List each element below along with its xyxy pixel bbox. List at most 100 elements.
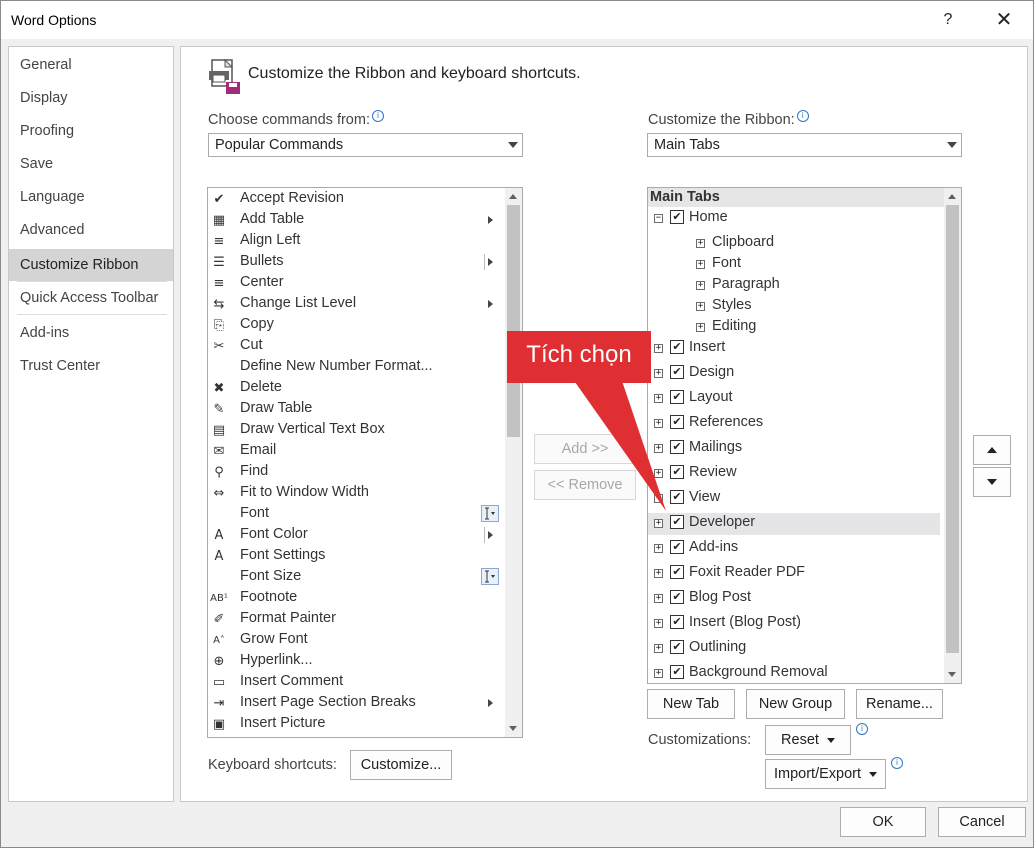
tree-item-layout[interactable]: + ✔ Layout — [648, 388, 940, 410]
nav-item-general[interactable]: General — [9, 49, 173, 81]
help-button[interactable]: ? — [937, 7, 959, 33]
command-item[interactable]: ✎ Draw Table — [208, 399, 504, 420]
tree-item-blog-post[interactable]: + ✔ Blog Post — [648, 588, 940, 610]
customize-shortcuts-button[interactable]: Customize... — [350, 750, 452, 780]
expand-icon[interactable]: + — [654, 344, 663, 353]
tree-scrollbar[interactable] — [944, 188, 961, 683]
tab-checkbox[interactable]: ✔ — [670, 540, 684, 554]
tree-item-view[interactable]: +✔View — [648, 488, 940, 510]
info-icon[interactable]: i — [371, 110, 384, 122]
command-item[interactable]: ▤ Draw Vertical Text Box — [208, 420, 504, 441]
tree-item-font[interactable]: + Font — [648, 254, 940, 276]
import-export-button[interactable]: Import/Export — [765, 759, 886, 789]
expand-icon[interactable]: + — [696, 323, 705, 332]
nav-item-trust-center[interactable]: Trust Center — [9, 350, 173, 382]
new-tab-button[interactable]: New Tab — [647, 689, 735, 719]
tab-checkbox[interactable]: ✔ — [670, 665, 684, 679]
choose-commands-dropdown[interactable]: Popular Commands — [208, 133, 523, 157]
tab-checkbox[interactable]: ✔ — [670, 210, 684, 224]
tree-item-clipboard[interactable]: + Clipboard — [648, 233, 940, 255]
expand-icon[interactable]: + — [654, 619, 663, 628]
nav-item-save[interactable]: Save — [9, 148, 173, 180]
info-icon[interactable]: i — [891, 757, 903, 769]
tree-item-outlining[interactable]: + ✔ Outlining — [648, 638, 940, 660]
commands-list[interactable]: ✔ Accept Revision ▦ Add Table ≡ Align Left ☰ Bu… — [207, 187, 523, 738]
move-up-button[interactable] — [973, 435, 1011, 465]
tab-checkbox[interactable]: ✔ — [670, 415, 684, 429]
commands-scrollbar[interactable] — [505, 188, 522, 737]
command-item[interactable]: A˄ Grow Font — [208, 630, 504, 651]
tree-item-mailings[interactable]: + ✔ Mailings — [648, 438, 940, 460]
tab-checkbox[interactable]: ✔ — [670, 465, 684, 479]
tab-checkbox[interactable]: ✔ — [670, 590, 684, 604]
expand-icon[interactable]: + — [654, 669, 663, 678]
move-down-button[interactable] — [973, 467, 1011, 497]
expand-icon[interactable]: + — [654, 594, 663, 603]
tab-checkbox[interactable]: ✔ — [670, 515, 684, 529]
tab-checkbox[interactable]: ✔ — [670, 640, 684, 654]
scroll-down-button[interactable] — [505, 720, 522, 737]
tab-checkbox[interactable]: ✔ — [670, 440, 684, 454]
nav-item-display[interactable]: Display — [9, 82, 173, 114]
tree-item-design[interactable]: + ✔ Design — [648, 363, 940, 385]
tree-item-add-ins[interactable]: + ✔ Add-ins — [648, 538, 940, 560]
customize-ribbon-dropdown[interactable]: Main Tabs — [647, 133, 962, 157]
command-item[interactable]: ≡ Center — [208, 273, 504, 294]
tree-item-review[interactable]: + ✔ Review — [648, 463, 940, 485]
scroll-thumb[interactable] — [507, 205, 520, 437]
nav-item-language[interactable]: Language — [9, 181, 173, 213]
command-item[interactable]: ▭ Insert Comment — [208, 672, 504, 693]
tree-item-insert[interactable]: + ✔ Insert — [648, 338, 940, 360]
command-item[interactable]: ▦ Add Table — [208, 210, 504, 231]
tab-checkbox[interactable]: ✔ — [670, 365, 684, 379]
command-item[interactable]: ⚲ Find — [208, 462, 504, 483]
new-group-button[interactable]: New Group — [746, 689, 845, 719]
command-item[interactable]: Define New Number Format... — [208, 357, 504, 378]
command-item[interactable]: ☰ Bullets — [208, 252, 504, 273]
expand-icon[interactable]: + — [696, 281, 705, 290]
info-icon[interactable]: i — [796, 110, 809, 122]
tree-item-foxit-reader-pdf[interactable]: + ✔ Foxit Reader PDF — [648, 563, 940, 585]
command-item[interactable]: AB¹ Footnote — [208, 588, 504, 609]
command-item[interactable]: ⇆ Change List Level — [208, 294, 504, 315]
ok-button[interactable]: OK — [840, 807, 926, 837]
nav-item-add-ins[interactable]: Add-ins — [9, 317, 173, 349]
cancel-button[interactable]: Cancel — [938, 807, 1026, 837]
command-item[interactable]: ✉ Email — [208, 441, 504, 462]
expand-icon[interactable]: + — [654, 544, 663, 553]
tab-checkbox[interactable]: ✔ — [670, 340, 684, 354]
command-item[interactable]: ⎘ Copy — [208, 315, 504, 336]
tree-item-developer[interactable]: + ✔ Developer — [648, 513, 940, 535]
scroll-down-button[interactable] — [944, 666, 961, 683]
command-item[interactable]: ✂ Cut — [208, 336, 504, 357]
command-item[interactable]: ≡ Align Left — [208, 231, 504, 252]
command-item[interactable]: ✖ Delete — [208, 378, 504, 399]
nav-item-customize-ribbon[interactable]: Customize Ribbon — [9, 249, 173, 281]
tree-item-background-removal[interactable]: + ✔ Background Removal — [648, 663, 940, 683]
nav-item-proofing[interactable]: Proofing — [9, 115, 173, 147]
expand-icon[interactable]: + — [696, 260, 705, 269]
close-button[interactable]: ✕ — [991, 7, 1017, 33]
nav-item-quick-access-toolbar[interactable]: Quick Access Toolbar — [9, 282, 173, 314]
info-icon[interactable]: i — [856, 723, 868, 735]
command-item[interactable]: ✐ Format Painter — [208, 609, 504, 630]
command-item[interactable]: ⇥ Insert Page Section Breaks — [208, 693, 504, 714]
scroll-up-button[interactable] — [505, 188, 522, 205]
command-item[interactable]: ⇔ Fit to Window Width — [208, 483, 504, 504]
rename-button[interactable]: Rename... — [856, 689, 943, 719]
scroll-thumb[interactable] — [946, 205, 959, 653]
command-item[interactable]: Font Size — [208, 567, 504, 588]
expand-icon[interactable]: + — [654, 569, 663, 578]
tree-item-editing[interactable]: + Editing — [648, 317, 940, 339]
expand-icon[interactable]: + — [696, 302, 705, 311]
expand-icon[interactable]: + — [696, 239, 705, 248]
tree-item-styles[interactable]: + Styles — [648, 296, 940, 318]
command-item[interactable]: A Font Color — [208, 525, 504, 546]
command-item[interactable]: ✔ Accept Revision — [208, 189, 504, 210]
expand-icon[interactable]: + — [654, 519, 663, 528]
nav-item-advanced[interactable]: Advanced — [9, 214, 173, 246]
reset-button[interactable]: Reset — [765, 725, 851, 755]
command-item[interactable]: ⊕ Hyperlink... — [208, 651, 504, 672]
tab-checkbox[interactable]: ✔ — [670, 490, 684, 504]
tree-item-insert-blog-post[interactable]: + ✔ Insert (Blog Post) — [648, 613, 940, 635]
